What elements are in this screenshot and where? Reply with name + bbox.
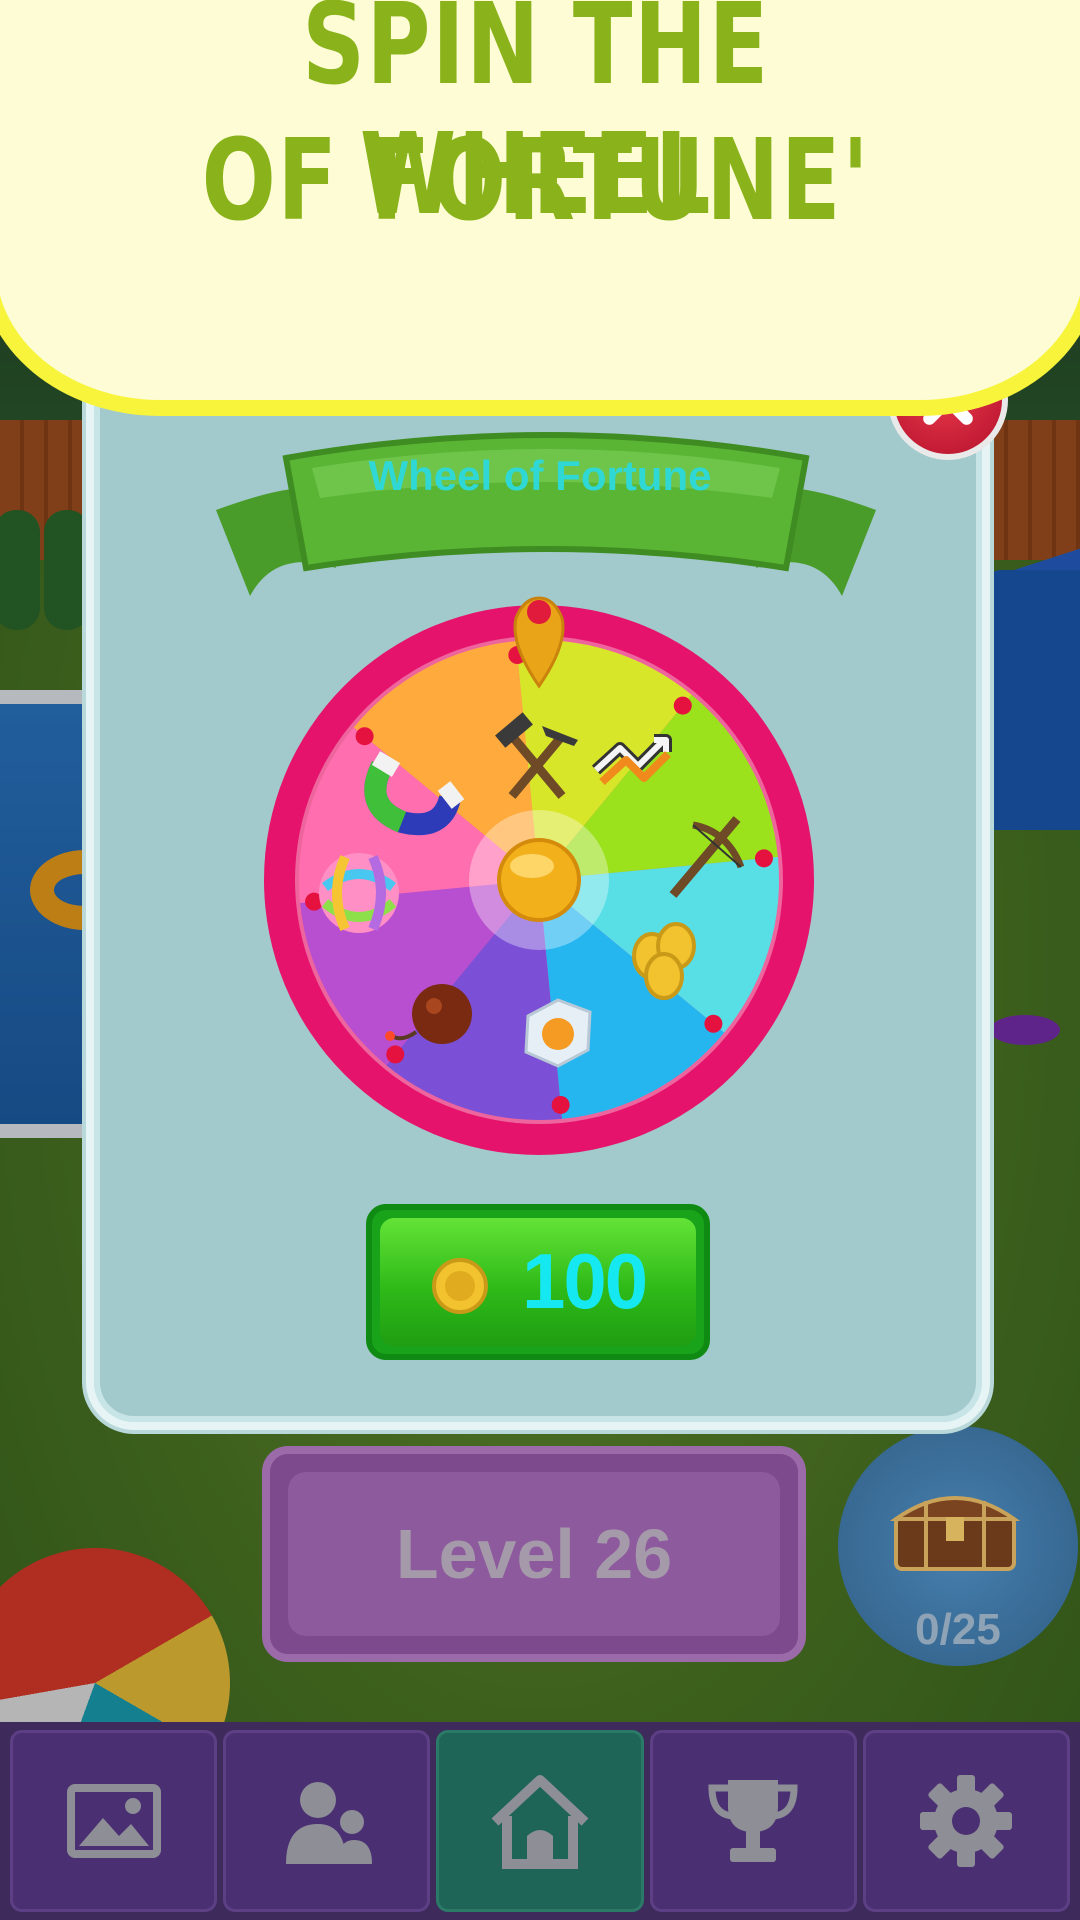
treasure-chest-icon [890,1496,1020,1571]
home-icon [491,1775,589,1869]
wheel-peg [704,1014,723,1033]
nav-gallery[interactable] [10,1730,218,1912]
friends-icon [285,1782,372,1864]
nav-trophies[interactable] [649,1730,857,1912]
bottom-nav [0,1722,1080,1920]
level-label: Level 26 [395,1515,673,1593]
wheel-peg [673,696,692,715]
level-button[interactable]: Level 26 [262,1446,806,1662]
spin-price: 100 [522,1237,648,1325]
fortune-wheel[interactable] [262,596,816,1156]
coin-icon [432,1258,488,1314]
dialog-title: Wheel of Fortune [368,452,712,499]
image-icon [66,1784,161,1858]
wheel-peg [551,1095,570,1114]
nav-home[interactable] [436,1730,644,1912]
yarn-ball-icon [319,853,399,933]
promo-banner: SPIN THE WHEEL OF FORTUNE' [0,0,1080,416]
banner-title-line-2: OF FORTUNE' [201,116,871,246]
nav-settings[interactable] [862,1730,1071,1912]
nav-friends[interactable] [223,1730,431,1912]
gear-icon [920,1775,1013,1867]
title-ribbon [216,432,876,596]
chest-progress: 0/25 [915,1605,1001,1654]
wheel-peg [355,727,374,746]
wheel-hub[interactable] [497,838,581,922]
wheel-peg [386,1045,405,1064]
spin-button[interactable]: 100 [366,1204,710,1360]
trophy-icon [708,1780,798,1862]
wheel-peg [754,849,773,868]
